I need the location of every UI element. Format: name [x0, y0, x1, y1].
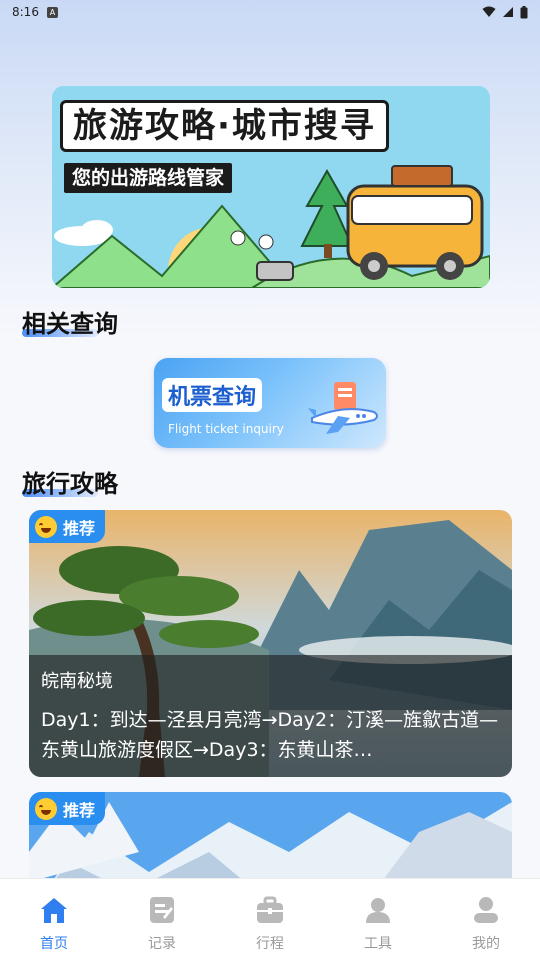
wifi-icon: [482, 6, 496, 17]
card-description: Day1：到达—泾县月亮湾→Day2：汀溪—旌歙古道—东黄山旅游度假区→Day3…: [41, 709, 499, 761]
section-title-related: 相关查询: [22, 304, 118, 339]
nav-label-home: 首页: [40, 936, 68, 952]
laughing-emoji-icon: [35, 797, 57, 820]
nav-label-profile: 我的: [472, 936, 500, 952]
nav-item-itinerary[interactable]: 行程: [216, 879, 324, 960]
notification-a-icon: A: [46, 6, 58, 18]
status-time: 8:16: [12, 5, 39, 19]
recommend-tag-label: 推荐: [63, 800, 96, 820]
nav-label-tools: 工具: [364, 936, 392, 952]
recommend-tag-label: 推荐: [63, 518, 96, 538]
banner-title: 旅游攻略·城市搜寻: [60, 100, 389, 152]
nav-item-home[interactable]: 首页: [0, 879, 108, 960]
profile-icon: [474, 897, 498, 923]
travel-guide-card[interactable]: 推荐 皖南秘境 Day1：到达—泾县月亮湾→Day2：汀溪—旌歙古道—东黄山旅游…: [29, 510, 512, 777]
flight-ticket-inquiry-card[interactable]: 机票查询 Flight ticket inquiry: [154, 358, 386, 448]
section-title-guides: 旅行攻略: [22, 464, 118, 499]
nav-item-tools[interactable]: 工具: [324, 879, 432, 960]
recommend-tag: 推荐: [29, 510, 106, 543]
section-title-guides-text: 旅行攻略: [22, 470, 118, 498]
laughing-emoji-icon: [35, 515, 57, 538]
nav-item-record[interactable]: 记录: [108, 879, 216, 960]
nav-item-profile[interactable]: 我的: [432, 879, 540, 960]
bottom-nav: 首页 记录 行程 工具 我的: [0, 878, 540, 960]
battery-icon: [520, 5, 528, 18]
record-icon: [150, 897, 174, 923]
recommend-tag: 推荐: [29, 792, 106, 825]
home-icon: [41, 898, 67, 923]
briefcase-icon: [257, 896, 283, 923]
signal-icon: [503, 7, 513, 17]
nav-label-record: 记录: [148, 936, 176, 952]
airplane-icon: [308, 382, 378, 434]
card-place: 皖南秘境: [41, 671, 113, 692]
status-bar: 8:16 A: [0, 0, 540, 24]
flight-card-title: 机票查询: [162, 378, 263, 412]
banner-subtitle: 您的出游路线管家: [64, 163, 233, 193]
hero-banner[interactable]: 旅游攻略·城市搜寻 您的出游路线管家: [52, 86, 490, 288]
card-info-overlay: 皖南秘境 Day1：到达—泾县月亮湾→Day2：汀溪—旌歙古道—东黄山旅游度假区…: [29, 655, 512, 777]
section-title-related-text: 相关查询: [22, 310, 118, 338]
nav-label-itinerary: 行程: [256, 936, 284, 952]
flight-card-subtitle: Flight ticket inquiry: [168, 422, 284, 436]
person-icon: [366, 898, 390, 923]
